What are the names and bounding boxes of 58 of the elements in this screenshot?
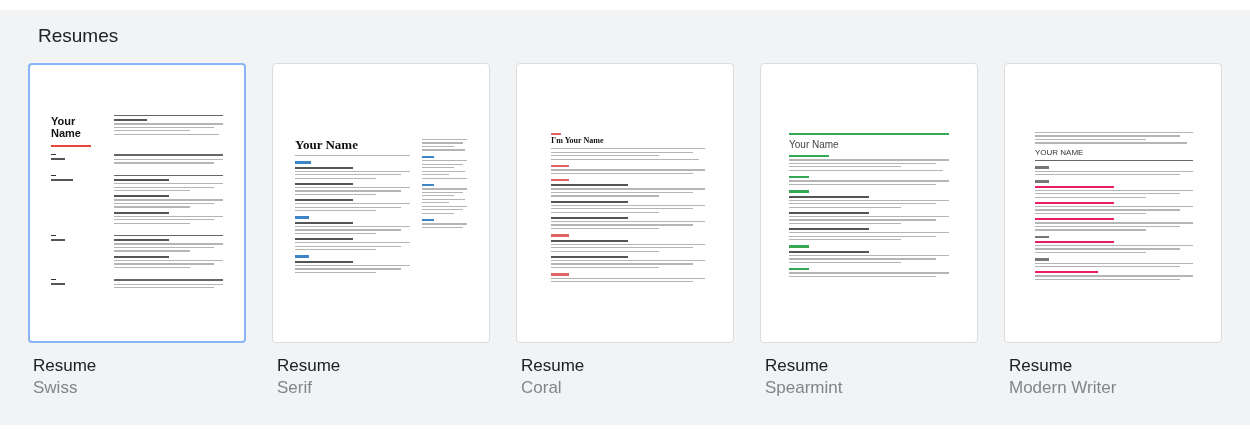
resume-name: I'm Your Name bbox=[551, 136, 605, 146]
entry-drawing bbox=[114, 195, 169, 198]
resume-name: YOUR NAME bbox=[1035, 147, 1085, 157]
template-title: Resume bbox=[276, 356, 342, 376]
heading-drawing bbox=[789, 175, 809, 179]
text-lines-drawing bbox=[422, 138, 467, 151]
heading-drawing bbox=[1035, 166, 1049, 169]
template-title: Resume bbox=[32, 356, 98, 376]
template-title: Resume bbox=[520, 356, 586, 376]
entry-drawing bbox=[295, 182, 353, 185]
resume-name: Your Name bbox=[295, 136, 359, 153]
heading-drawing bbox=[295, 255, 309, 258]
entry-drawing bbox=[295, 238, 353, 241]
template-thumbnail[interactable]: Your Name bbox=[760, 63, 978, 343]
template-thumbnail[interactable]: Your Name bbox=[272, 63, 490, 343]
heading-drawing bbox=[1035, 180, 1049, 183]
section-title: Resumes bbox=[37, 24, 120, 48]
text-lines-drawing bbox=[422, 160, 467, 179]
heading-drawing bbox=[551, 179, 569, 182]
entry-drawing bbox=[295, 221, 353, 224]
entry-drawing bbox=[114, 211, 169, 214]
template-title: Resume bbox=[1008, 356, 1074, 376]
heading-drawing bbox=[1035, 235, 1049, 238]
template-title: Resume bbox=[764, 356, 830, 376]
entry-drawing bbox=[51, 158, 65, 161]
heading-drawing bbox=[422, 155, 434, 159]
entry-drawing bbox=[295, 199, 353, 202]
template-thumbnail[interactable]: I'm Your Name bbox=[516, 63, 734, 343]
entry-drawing bbox=[114, 179, 169, 182]
resume-name: Your Name bbox=[789, 138, 840, 150]
entry-drawing bbox=[295, 166, 353, 169]
heading-drawing bbox=[789, 190, 809, 193]
template-name: Swiss bbox=[32, 378, 79, 398]
template-name: Modern Writer bbox=[1008, 378, 1118, 398]
text-lines-drawing bbox=[422, 188, 467, 214]
entry-drawing bbox=[51, 178, 73, 181]
template-thumbnail[interactable]: YOUR NAME bbox=[1004, 63, 1222, 343]
heading-drawing bbox=[295, 216, 309, 219]
text-lines-drawing bbox=[422, 223, 467, 229]
heading-drawing bbox=[422, 183, 434, 187]
resume-name: Your Name bbox=[51, 114, 82, 140]
template-name: Serif bbox=[276, 378, 313, 398]
entry-drawing bbox=[114, 119, 147, 122]
heading-drawing bbox=[551, 234, 569, 237]
entry-drawing bbox=[114, 255, 169, 258]
template-name: Spearmint bbox=[764, 378, 844, 398]
template-thumbnail[interactable]: Your Name bbox=[28, 63, 246, 343]
heading-drawing bbox=[551, 164, 569, 168]
heading-drawing bbox=[551, 273, 569, 276]
entry-drawing bbox=[51, 238, 65, 241]
entry-drawing bbox=[114, 239, 169, 242]
template-name: Coral bbox=[520, 378, 563, 398]
entry-drawing bbox=[295, 260, 353, 263]
heading-drawing bbox=[789, 154, 829, 158]
heading-drawing bbox=[422, 218, 434, 222]
heading-drawing bbox=[789, 268, 809, 271]
heading-drawing bbox=[789, 245, 809, 248]
heading-drawing bbox=[1035, 258, 1049, 261]
